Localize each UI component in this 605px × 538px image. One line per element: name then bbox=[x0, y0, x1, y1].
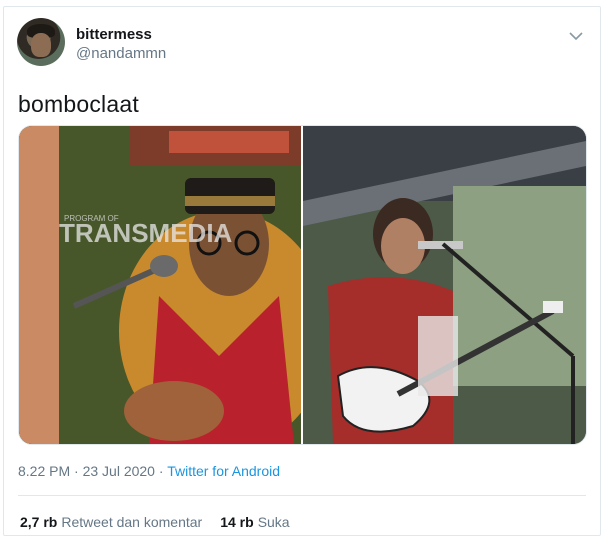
media-photo-left[interactable]: PROGRAM OF TRANSMEDIA bbox=[19, 126, 301, 444]
photo-right-illustration bbox=[303, 126, 586, 444]
likes-count: 14 rb bbox=[220, 514, 254, 530]
tweet-meta: 8.22 PM · 23 Jul 2020 · Twitter for Andr… bbox=[18, 463, 280, 479]
tweet-media[interactable]: PROGRAM OF TRANSMEDIA bbox=[18, 125, 587, 445]
retweets-count: 2,7 rb bbox=[20, 514, 58, 530]
tweet-text: bomboclaat bbox=[18, 91, 139, 117]
media-photo-right[interactable] bbox=[303, 126, 586, 444]
likes-label: Suka bbox=[257, 514, 290, 530]
retweets-label: Retweet dan komentar bbox=[61, 514, 203, 530]
retweets-stat[interactable]: 2,7 rb Retweet dan komentar bbox=[20, 514, 202, 530]
chevron-down-glyph bbox=[569, 31, 583, 40]
display-name[interactable]: bittermess bbox=[76, 26, 152, 43]
watermark-logo: TRANSMEDIA bbox=[59, 218, 233, 248]
tweet-source-link[interactable]: Twitter for Android bbox=[167, 463, 280, 479]
avatar-face bbox=[31, 33, 51, 57]
stats-divider bbox=[18, 495, 586, 496]
meta-separator: · bbox=[154, 463, 168, 479]
avatar[interactable] bbox=[17, 18, 65, 66]
chevron-down-icon[interactable] bbox=[567, 27, 585, 45]
tweet-timestamp[interactable]: 8.22 PM · 23 Jul 2020 bbox=[18, 463, 155, 479]
likes-stat[interactable]: 14 rb Suka bbox=[220, 514, 289, 530]
photo-left-illustration: PROGRAM OF TRANSMEDIA bbox=[19, 126, 301, 444]
tweet-card: bittermess @nandammn bomboclaat PROGRAM … bbox=[3, 6, 601, 536]
tweet-stats: 2,7 rb Retweet dan komentar 14 rb Suka bbox=[20, 514, 290, 530]
user-handle[interactable]: @nandammn bbox=[76, 45, 166, 62]
